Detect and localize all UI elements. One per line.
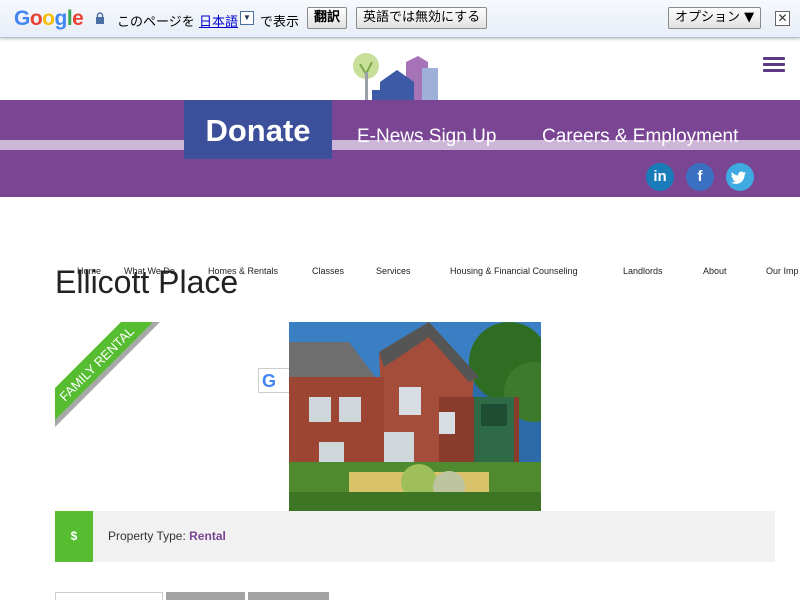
linkedin-icon[interactable]: in [646, 163, 674, 191]
nav-our-impact[interactable]: Our Imp [766, 266, 799, 276]
property-photo [289, 322, 541, 511]
property-info-row: $ Property Type: Rental [55, 511, 775, 562]
nav-landlords[interactable]: Landlords [623, 266, 663, 276]
property-type-value[interactable]: Rental [189, 529, 226, 543]
lock-icon [96, 12, 104, 24]
careers-link[interactable]: Careers & Employment [542, 126, 738, 148]
nav-services[interactable]: Services [376, 266, 411, 276]
dollar-icon: $ [55, 511, 93, 562]
google-translate-widget[interactable]: G [258, 368, 290, 393]
donate-button[interactable]: Donate [184, 100, 332, 159]
svg-text:G: G [262, 371, 276, 391]
family-rental-ribbon: FAMILY RENTAL [55, 322, 160, 427]
close-icon[interactable]: ✕ [775, 11, 790, 26]
nav-classes[interactable]: Classes [312, 266, 344, 276]
tab-2[interactable] [166, 592, 245, 600]
google-logo: Google [14, 7, 84, 30]
never-translate-button[interactable]: 英語では無効にする [356, 7, 488, 29]
nav-about[interactable]: About [703, 266, 727, 276]
language-dropdown-icon[interactable]: ▼ [240, 11, 254, 25]
translate-prompt-suffix: で表示 [260, 15, 300, 30]
ribbon-label: FAMILY RENTAL [57, 324, 138, 405]
translate-prompt-prefix: このページを [117, 15, 195, 30]
language-select[interactable]: 日本語 [199, 11, 238, 30]
page-title: Ellicott Place [55, 264, 239, 300]
translate-bar: Google このページを 日本語 ▼ で表示 翻訳 英語では無効にする オプシ… [0, 0, 800, 38]
tab-3[interactable] [248, 592, 329, 600]
nav-housing-counseling[interactable]: Housing & Financial Counseling [450, 266, 578, 276]
tab-1[interactable] [55, 592, 163, 600]
translate-button[interactable]: 翻訳 [307, 7, 348, 29]
facebook-icon[interactable]: f [686, 163, 714, 191]
twitter-icon[interactable] [726, 163, 754, 191]
property-type: Property Type: Rental [108, 529, 226, 543]
property-type-label: Property Type: [108, 529, 186, 543]
site-logo[interactable] [350, 50, 450, 106]
options-button[interactable]: オプション ▼ [668, 7, 762, 29]
enews-signup-link[interactable]: E-News Sign Up [357, 126, 496, 148]
menu-icon[interactable] [763, 57, 785, 73]
